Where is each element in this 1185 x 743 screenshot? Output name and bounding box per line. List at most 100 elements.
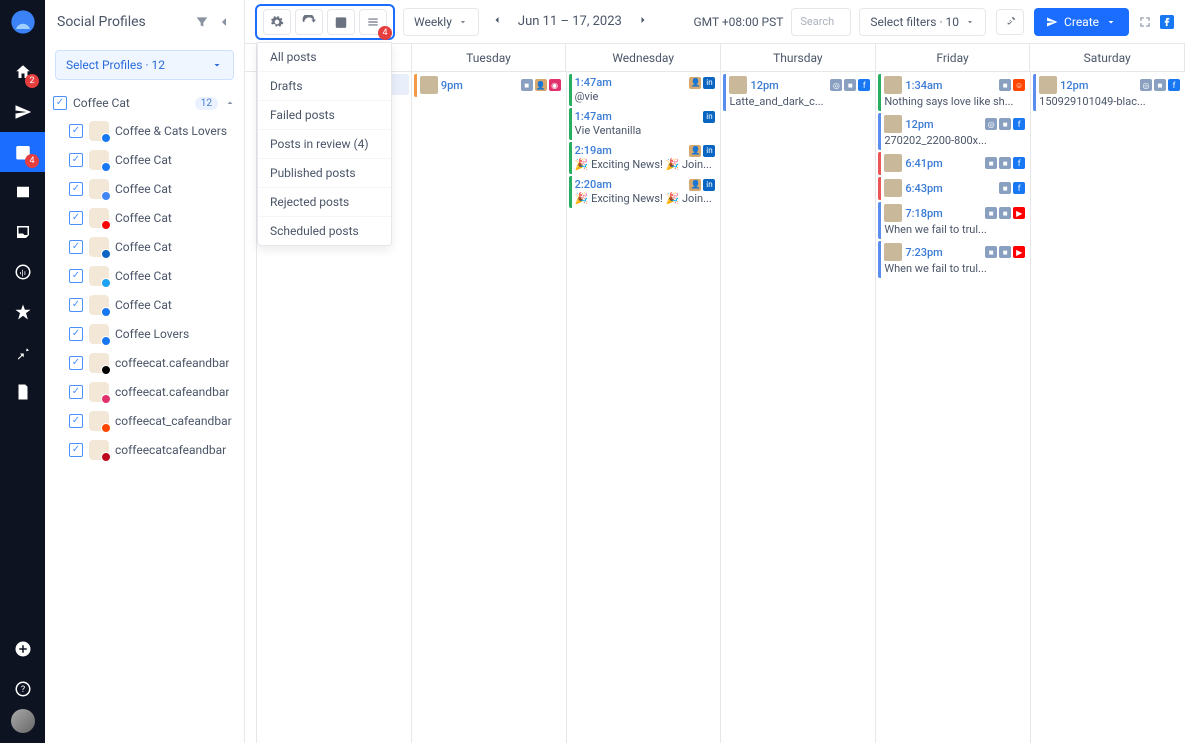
profile-item[interactable]: coffeecatcafeandbar [69,435,236,464]
share-button[interactable] [996,9,1024,35]
profile-checkbox[interactable] [69,124,83,138]
date-range-label: Jun 11 – 17, 2023 [515,14,625,29]
dropdown-item[interactable]: Scheduled posts [258,217,391,245]
calendar-event[interactable]: 9pm■👤◉ [414,74,564,97]
calendar-event[interactable]: 6:43pm■f [878,177,1028,200]
profile-item[interactable]: Coffee Cat [69,174,236,203]
profile-checkbox[interactable] [69,443,83,457]
search-input[interactable]: Search [791,8,851,36]
filter-picker[interactable]: Select filters · 10 [859,8,986,36]
next-week-button[interactable] [633,14,653,29]
calendar-event[interactable]: 2:19am👤in🎉 Exciting News! 🎉 Join... [569,142,719,174]
nav-help[interactable]: ? [0,669,45,709]
profile-item[interactable]: coffeecat.cafeandbar [69,377,236,406]
profile-item[interactable]: Coffee Cat [69,203,236,232]
profile-checkbox[interactable] [69,240,83,254]
profile-checkbox[interactable] [69,211,83,225]
gen-icon: ■ [985,157,997,169]
collapse-sidebar-icon[interactable] [216,14,232,30]
select-profiles-label: Select Profiles · 12 [66,58,211,72]
dropdown-item[interactable]: Published posts [258,159,391,188]
chevron-up-icon [224,97,236,109]
calendar-event[interactable]: 1:47am👤in@vie [569,74,719,106]
nav-audio[interactable] [0,252,45,292]
profile-item[interactable]: coffeecat.cafeandbar [69,348,236,377]
dropdown-item[interactable]: All posts [258,43,391,72]
calendar-event[interactable]: 7:18pm■■▶When we fail to trul... [878,202,1028,239]
user-avatar[interactable] [11,709,35,733]
in-icon: in [703,111,715,123]
nav-favorites[interactable] [0,292,45,332]
dropdown-item[interactable]: Drafts [258,72,391,101]
profile-label: Coffee Cat [115,153,172,167]
in-icon: in [703,77,715,89]
profile-item[interactable]: Coffee Cat [69,290,236,319]
expand-icon[interactable] [1137,14,1153,30]
profile-label: Coffee Cat [115,182,172,196]
calendar-event[interactable]: 7:23pm■■▶When we fail to trul... [878,241,1028,278]
nav-add[interactable] [0,629,45,669]
select-profiles-dropdown[interactable]: Select Profiles · 12 [55,50,234,80]
profile-checkbox[interactable] [69,269,83,283]
profile-checkbox[interactable] [69,182,83,196]
calendar-event[interactable]: 1:34am■☺Nothing says love like sh... [878,74,1028,111]
nav-rail: 2 4 ? [0,0,45,743]
calendar-event[interactable]: 2:20am👤in🎉 Exciting News! 🎉 Join... [569,176,719,208]
nav-inbox[interactable] [0,212,45,252]
event-time: 7:23pm [905,246,942,259]
event-icons: 👤in [689,145,715,157]
network-icon [89,150,109,170]
nav-calendar[interactable]: 4 [0,132,45,172]
list-view-button[interactable]: 4 [359,9,387,35]
profile-item[interactable]: Coffee Cat [69,232,236,261]
view-mode-picker[interactable]: Weekly [403,8,479,36]
nav-pins[interactable] [0,332,45,372]
prev-week-button[interactable] [487,14,507,29]
profile-item[interactable]: Coffee Cat [69,261,236,290]
group-checkbox[interactable] [53,96,67,110]
calendar-event[interactable]: 12pm◎■f270202_2200-800x... [878,113,1028,150]
profile-checkbox[interactable] [69,385,83,399]
profile-checkbox[interactable] [69,298,83,312]
profile-group-header[interactable]: Coffee Cat 12 [53,90,236,116]
nav-media[interactable] [0,172,45,212]
nav-home[interactable]: 2 [0,52,45,92]
refresh-button[interactable] [295,9,323,35]
profile-item[interactable]: coffeecat_cafeandbar [69,406,236,435]
create-button-label: Create [1064,15,1099,29]
dropdown-item[interactable]: Rejected posts [258,188,391,217]
dropdown-item[interactable]: Posts in review (4) [258,130,391,159]
profile-label: Coffee Cat [115,269,172,283]
profile-checkbox[interactable] [69,153,83,167]
event-time: 6:43pm [905,182,942,195]
usr-icon: 👤 [689,145,701,157]
calendar-view-button[interactable] [327,9,355,35]
nav-send[interactable] [0,92,45,132]
timezone-label: GMT +08:00 PST [693,15,783,29]
filter-icon[interactable] [194,14,210,30]
yt-icon: ▶ [1013,207,1025,219]
profile-checkbox[interactable] [69,414,83,428]
event-icons: ◎■f [985,118,1025,130]
calendar-event[interactable]: 6:41pm■■f [878,152,1028,175]
network-icon [89,382,109,402]
profile-item[interactable]: Coffee Lovers [69,319,236,348]
profile-item[interactable]: Coffee & Cats Lovers [69,116,236,145]
profile-checkbox[interactable] [69,327,83,341]
nav-reports[interactable] [0,372,45,412]
calendar-event[interactable]: 1:47aminVie Ventanilla [569,108,719,140]
event-icons: 👤in [689,179,715,191]
create-button[interactable]: Create [1034,8,1129,36]
event-time: 1:34am [905,79,942,92]
profile-label: Coffee & Cats Lovers [115,124,227,138]
settings-button[interactable] [263,9,291,35]
profile-group-count: 12 [195,97,218,110]
profile-item[interactable]: Coffee Cat [69,145,236,174]
event-time: 6:41pm [905,157,942,170]
dropdown-item[interactable]: Failed posts [258,101,391,130]
profile-checkbox[interactable] [69,356,83,370]
profile-label: Coffee Cat [115,298,172,312]
calendar-event[interactable]: 12pm◎■fLatte_and_dark_c... [723,74,873,111]
calendar-event[interactable]: 12pm◎■f150929101049-blac... [1033,74,1183,111]
network-icon [89,324,109,344]
